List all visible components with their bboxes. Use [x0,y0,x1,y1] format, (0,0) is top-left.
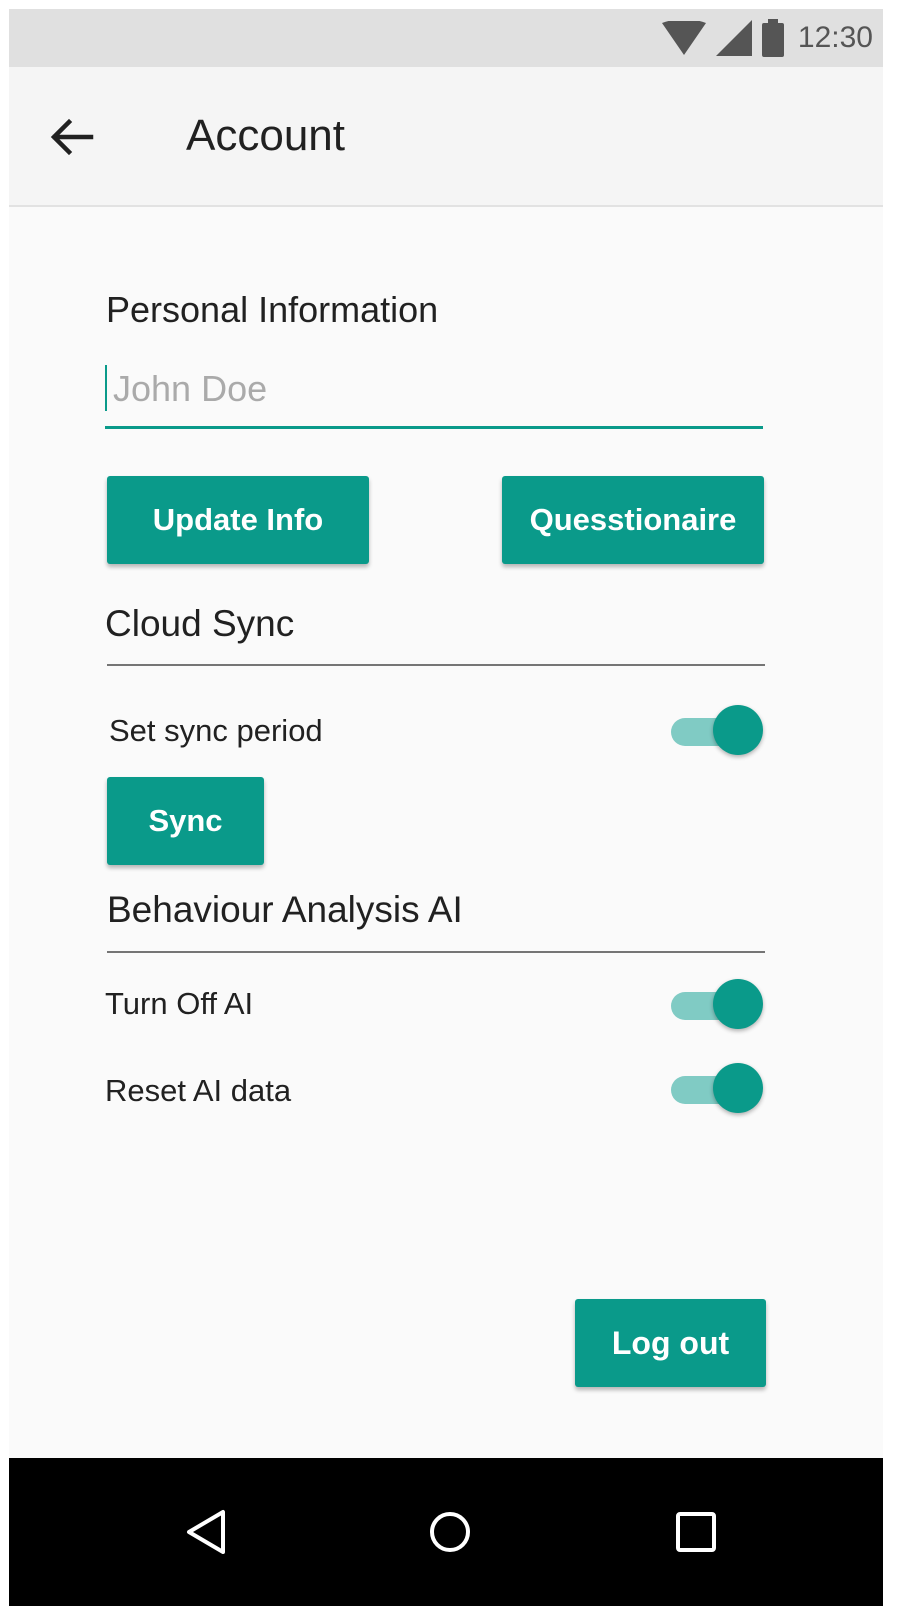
logout-button[interactable]: Log out [575,1299,766,1387]
sync-period-toggle[interactable] [669,705,763,757]
reset-ai-data-toggle[interactable] [669,1063,763,1115]
arrow-back-icon [50,118,94,156]
update-info-button[interactable]: Update Info [107,476,369,564]
reset-ai-data-label: Reset AI data [105,1073,292,1108]
behaviour-ai-divider [107,951,765,953]
cloud-sync-heading: Cloud Sync [105,603,295,644]
nav-recents-button[interactable] [666,1502,726,1562]
page-title: Account [186,111,345,160]
recents-square-icon [676,1512,716,1552]
signal-icon [715,20,752,56]
switch-thumb [713,1063,763,1113]
nav-home-button[interactable] [420,1502,480,1562]
cloud-sync-divider [107,664,765,666]
status-bar: 12:30 [9,9,883,67]
behaviour-ai-heading: Behaviour Analysis AI [107,889,463,930]
sync-period-label: Set sync period [109,713,323,748]
switch-thumb [713,705,763,755]
sync-button[interactable]: Sync [107,777,264,865]
back-triangle-icon [187,1510,225,1554]
turn-off-ai-toggle[interactable] [669,979,763,1031]
questionnaire-button[interactable]: Quesstionaire [502,476,764,564]
text-caret [105,365,107,411]
home-circle-icon [430,1512,470,1552]
status-time: 12:30 [797,21,873,54]
battery-icon [761,19,784,57]
system-nav-bar [9,1458,883,1606]
back-button[interactable] [47,117,97,157]
app-bar: Account [9,67,883,207]
switch-thumb [713,979,763,1029]
account-screen: 12:30 Account Personal Information Updat… [9,9,883,1606]
personal-information-heading: Personal Information [106,289,439,330]
nav-back-button[interactable] [177,1502,237,1562]
wifi-icon [661,21,706,55]
name-input[interactable] [105,359,763,429]
turn-off-ai-label: Turn Off AI [105,986,254,1021]
